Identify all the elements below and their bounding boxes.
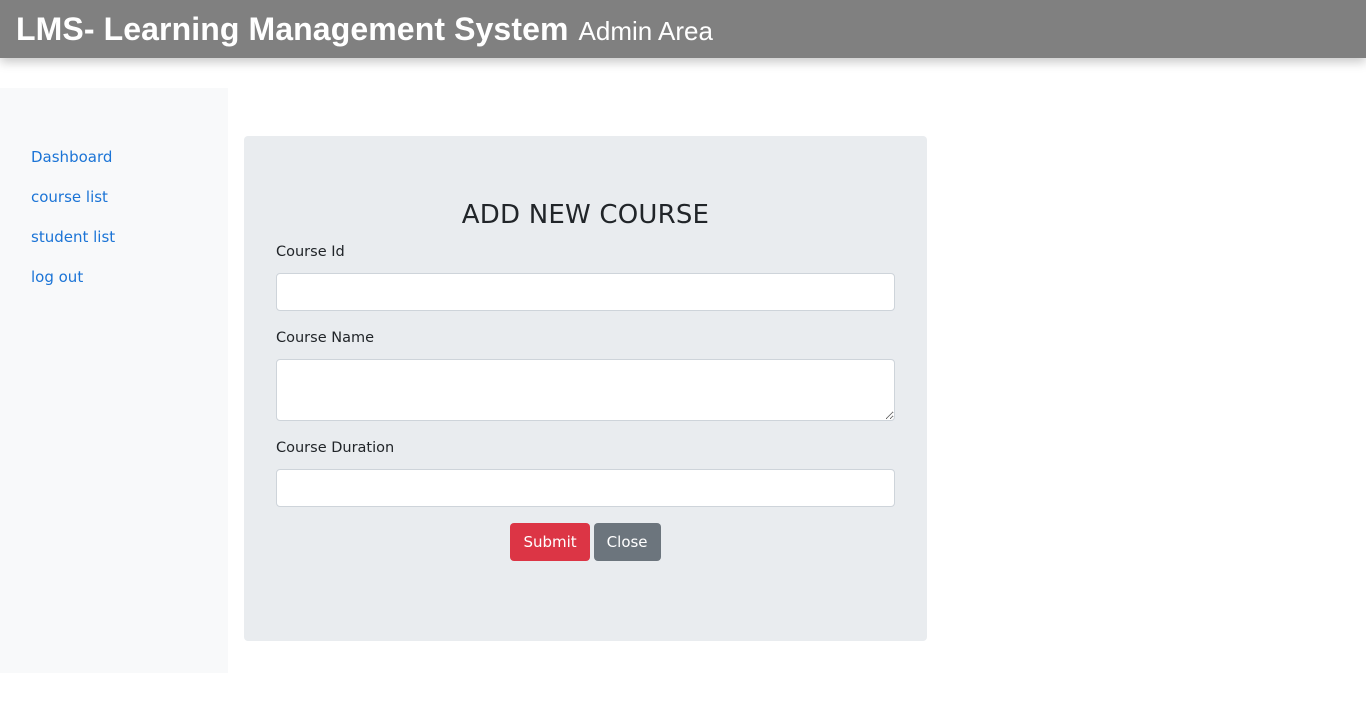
- course-id-input[interactable]: [276, 273, 895, 311]
- course-id-label: Course Id: [276, 244, 345, 260]
- sidebar-item-student-list: student list: [31, 226, 115, 266]
- sidebar-item-log-out: log out: [31, 266, 115, 306]
- form-title: ADD NEW COURSE: [461, 200, 710, 230]
- submit-button[interactable]: Submit: [510, 523, 590, 561]
- close-button[interactable]: Close: [593, 523, 661, 561]
- sidebar-link-log-out[interactable]: log out: [31, 268, 83, 286]
- sidebar-link-course-list[interactable]: course list: [31, 188, 108, 206]
- app-title: LMS- Learning Management System: [16, 10, 569, 47]
- add-course-card: ADD NEW COURSE Course Id Course Name Cou…: [244, 136, 927, 641]
- form-actions: Submit Close: [244, 523, 927, 561]
- course-duration-input[interactable]: [276, 469, 895, 507]
- sidebar-nav: Dashboard course list student list log o…: [31, 146, 115, 306]
- sidebar: Dashboard course list student list log o…: [0, 88, 228, 673]
- course-name-label: Course Name: [276, 330, 375, 346]
- course-name-textarea[interactable]: [276, 359, 895, 421]
- sidebar-item-course-list: course list: [31, 186, 115, 226]
- app-header: LMS- Learning Management System Admin Ar…: [0, 0, 1366, 58]
- sidebar-link-dashboard[interactable]: Dashboard: [31, 148, 112, 166]
- app-subtitle: Admin Area: [578, 15, 713, 46]
- sidebar-link-student-list[interactable]: student list: [31, 228, 115, 246]
- sidebar-item-dashboard: Dashboard: [31, 146, 115, 186]
- course-duration-label: Course Duration: [276, 440, 395, 456]
